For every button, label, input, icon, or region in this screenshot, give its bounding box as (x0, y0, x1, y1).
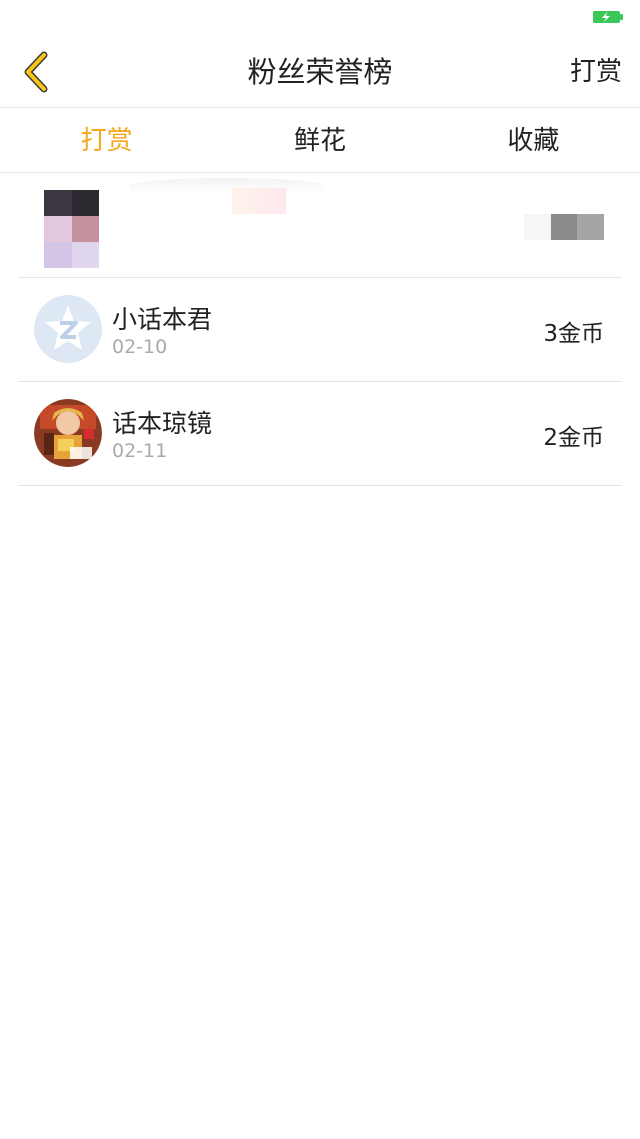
blurred-detail (232, 188, 286, 214)
blurred-avatar (44, 190, 99, 268)
battery-charging-icon (593, 11, 623, 23)
tab-flowers[interactable]: 鲜花 (213, 109, 426, 172)
blurred-value (524, 214, 605, 240)
ranking-list: 小话本君 02-10 3金币 话本琼镜 02-11 2金币 (0, 278, 640, 486)
reward-date: 02-10 (112, 336, 168, 358)
avatar (34, 295, 102, 363)
tab-bar: 打赏 鲜花 收藏 (0, 109, 640, 173)
list-item[interactable]: 话本琼镜 02-11 2金币 (18, 382, 622, 486)
blurred-name (130, 178, 325, 194)
tab-favorites[interactable]: 收藏 (427, 109, 640, 172)
list-item[interactable]: 小话本君 02-10 3金币 (18, 278, 622, 382)
blurred-top-entry (0, 174, 640, 278)
reward-date: 02-11 (112, 440, 168, 462)
qq-star-avatar-icon (34, 295, 102, 363)
tab-reward[interactable]: 打赏 (0, 109, 213, 172)
page-title: 粉丝荣誉榜 (247, 55, 393, 89)
status-bar (0, 0, 640, 36)
reward-amount: 3金币 (543, 321, 604, 347)
avatar (34, 399, 102, 467)
user-name: 小话本君 (112, 305, 213, 334)
navigation-bar: 粉丝荣誉榜 打赏 (0, 36, 640, 108)
reward-amount: 2金币 (543, 425, 604, 451)
reward-action-button[interactable]: 打赏 (570, 36, 622, 108)
illustrated-character-avatar-icon (34, 399, 102, 467)
user-name: 话本琼镜 (112, 409, 213, 438)
